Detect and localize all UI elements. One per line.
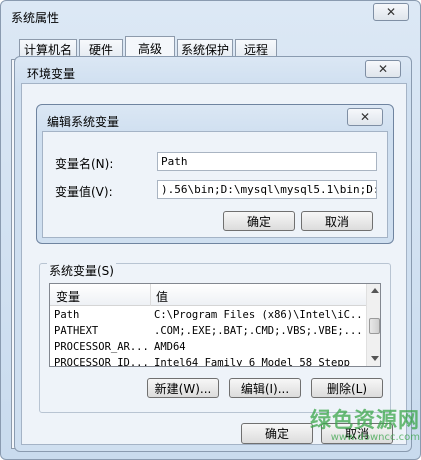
variable-name-input[interactable]: Path <box>157 152 377 171</box>
edit-system-variable-dialog: 编辑系统变量 ✕ 变量名(N): Path 变量值(V): ).56\bin;D… <box>36 104 394 244</box>
column-header-variable[interactable]: 变量 <box>56 288 148 305</box>
close-icon: ✕ <box>377 62 389 76</box>
dialog-title: 编辑系统变量 <box>47 115 120 129</box>
close-button[interactable]: ✕ <box>373 3 409 21</box>
system-variables-list[interactable]: 变量 值 Path C:\Program Files (x86)\Intel\i… <box>49 283 381 367</box>
window-title: 系统属性 <box>11 11 60 25</box>
ok-button[interactable]: 确定 <box>223 211 295 231</box>
scroll-down-arrow-icon[interactable] <box>371 356 379 361</box>
delete-variable-button[interactable]: 删除(L) <box>311 378 383 398</box>
column-header-value[interactable]: 值 <box>156 288 168 305</box>
scrollbar-thumb[interactable] <box>369 318 380 334</box>
watermark: 绿色资源网 www.downcc.com <box>286 404 420 443</box>
cancel-button[interactable]: 取消 <box>301 211 373 231</box>
variable-value-label: 变量值(V): <box>55 185 113 199</box>
table-row[interactable]: PATHEXT .COM;.EXE;.BAT;.CMD;.VBS;.VBE;..… <box>50 323 366 338</box>
dialog-title: 环境变量 <box>27 67 76 81</box>
close-icon: ✕ <box>385 5 397 19</box>
table-row[interactable]: PROCESSOR_AR... AMD64 <box>50 339 366 354</box>
table-row[interactable]: Path C:\Program Files (x86)\Intel\iC... <box>50 307 366 322</box>
list-header: 变量 值 <box>50 284 366 306</box>
list-scrollbar[interactable] <box>366 284 380 366</box>
variable-value-input[interactable]: ).56\bin;D:\mysql\mysql5.1\bin;D:\Py <box>157 180 377 199</box>
table-row[interactable]: PROCESSOR_ID... Intel64 Family 6 Model 5… <box>50 355 366 367</box>
column-divider <box>150 284 151 306</box>
edit-variable-button[interactable]: 编辑(I)... <box>229 378 301 398</box>
close-button[interactable]: ✕ <box>347 108 383 126</box>
list-body: Path C:\Program Files (x86)\Intel\iC... … <box>50 307 366 367</box>
variable-name-label: 变量名(N): <box>55 157 114 171</box>
system-variables-label: 系统变量(S) <box>47 262 116 279</box>
watermark-text: 绿色资源网 <box>310 408 420 432</box>
close-icon: ✕ <box>359 110 371 124</box>
scroll-up-arrow-icon[interactable] <box>371 288 379 293</box>
new-variable-button[interactable]: 新建(W)... <box>147 378 219 398</box>
close-button[interactable]: ✕ <box>365 60 401 78</box>
watermark-url: www.downcc.com <box>330 432 420 443</box>
